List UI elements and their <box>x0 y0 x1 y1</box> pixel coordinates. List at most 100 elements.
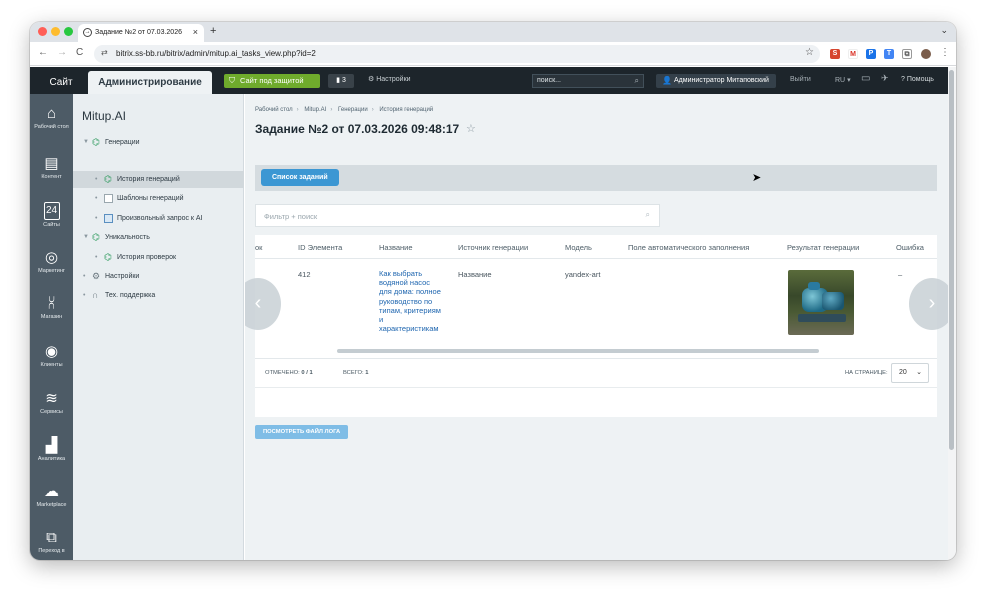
browser-tab[interactable]: → Задание №2 от 07.03.2026 09:4 × <box>78 24 204 42</box>
forward-button[interactable]: → <box>57 47 67 58</box>
gmail-icon[interactable]: M <box>848 49 858 59</box>
horizontal-scrollbar[interactable] <box>337 349 819 353</box>
marked-label: ОТМЕЧЕНО: <box>265 370 300 376</box>
menu-item-custom-ai-request[interactable]: • Произвольный запрос к AI <box>73 210 244 227</box>
gear-icon: ⚙ <box>368 76 377 83</box>
expand-arrow-icon[interactable]: ▼ <box>83 229 89 246</box>
vertical-scrollbar[interactable] <box>948 67 956 560</box>
help-link[interactable]: ? Помощь <box>901 76 934 83</box>
bookmark-star-icon[interactable]: ☆ <box>805 47 814 58</box>
breadcrumb-separator-icon: › <box>371 107 374 113</box>
rail-item-services[interactable]: ≋ Сервисы <box>30 391 73 416</box>
site-tab[interactable]: Сайт <box>38 71 84 94</box>
menu-item-generation-history[interactable]: • ⌬ История генераций <box>73 171 244 188</box>
menu-item-support[interactable]: • ∩ Тех. поддержка <box>73 287 244 304</box>
sitemap-icon: ⌬ <box>92 137 100 147</box>
menu-item-generation-templates[interactable]: • Шаблоны генераций <box>73 190 244 207</box>
breadcrumb-item[interactable]: Рабочий стол <box>255 107 293 113</box>
search-icon[interactable]: ⌕ <box>635 75 639 87</box>
tab-bar: → Задание №2 от 07.03.2026 09:4 × + ⌄ <box>30 22 956 42</box>
extension-blue-icon[interactable]: P <box>866 49 876 59</box>
menu-item-settings[interactable]: • ⚙ Настройки <box>73 268 244 285</box>
breadcrumb-item[interactable]: Генерации <box>338 107 368 113</box>
expand-arrow-icon[interactable]: ▼ <box>83 134 89 151</box>
rail-item-marketing[interactable]: ◎ Маркетинг <box>30 250 73 275</box>
grid-actions-area <box>255 387 937 417</box>
close-window-button[interactable] <box>38 27 47 36</box>
maximize-window-button[interactable] <box>64 27 73 36</box>
column-header[interactable]: Ошибка <box>896 243 924 252</box>
marked-count: ОТМЕЧЕНО: 0 / 1 <box>265 370 313 376</box>
scroll-right-arrow-icon[interactable]: › <box>909 278 948 330</box>
language-selector[interactable]: RU ▾ <box>835 76 851 84</box>
rail-item-sites[interactable]: 24 Сайты <box>30 202 73 229</box>
panel-settings-link[interactable]: ⚙ Настройки <box>368 75 411 83</box>
secure-site-button[interactable]: ⛉ Сайт под защитой <box>224 74 320 88</box>
clients-icon: ◉ <box>44 343 59 360</box>
task-list-button[interactable]: Список заданий <box>261 169 339 186</box>
filter-search-input[interactable]: Фильтр + поиск ⌕ <box>255 204 660 227</box>
column-header[interactable]: Результат генерации <box>787 243 859 252</box>
panel-search-input[interactable]: поиск... ⌕ <box>532 74 644 88</box>
column-header[interactable]: Название <box>379 243 413 252</box>
extensions-puzzle-icon[interactable]: ⧉ <box>902 49 912 59</box>
rail-item-clients[interactable]: ◉ Клиенты <box>30 344 73 369</box>
pin-icon[interactable]: ✈ <box>881 73 889 84</box>
scroll-left-arrow-icon[interactable]: ‹ <box>245 278 281 330</box>
column-header[interactable]: ID Элемента <box>298 243 342 252</box>
cell-name-link[interactable]: Как выбрать водяной насос для дома: полн… <box>379 269 443 333</box>
breadcrumb-item[interactable]: Mitup.AI <box>304 107 326 113</box>
user-icon: 👤 <box>662 76 672 85</box>
tab-close-icon[interactable]: × <box>193 27 198 37</box>
cell-source: Название <box>458 270 492 279</box>
per-page-select[interactable]: 20 ⌄ <box>891 363 929 383</box>
user-button[interactable]: 👤 Администратор Митаповский <box>656 74 776 88</box>
menu-item-uniqueness[interactable]: ▼ ⌬ Уникальность <box>73 229 244 246</box>
back-button[interactable]: ← <box>38 47 48 58</box>
bullet-icon: • <box>83 292 86 299</box>
notifications-button[interactable]: ▮ 3 <box>328 74 354 88</box>
view-log-button[interactable]: ПОСМОТРЕТЬ ФАЙЛ ЛОГА <box>255 425 349 439</box>
tasks-grid: ок ID Элемента Название Источник генерац… <box>245 235 948 417</box>
tab-search-dropdown-icon[interactable]: ⌄ <box>940 25 948 36</box>
new-tab-button[interactable]: + <box>210 25 216 37</box>
column-header[interactable]: Модель <box>565 243 592 252</box>
sitemap-icon: ⌬ <box>104 174 112 184</box>
menu-item-check-history[interactable]: • ⌬ История проверок <box>73 249 244 266</box>
rail-label: Магазин <box>40 314 63 320</box>
column-header[interactable]: Источник генерации <box>458 243 528 252</box>
logout-link[interactable]: Выйти <box>790 76 811 83</box>
extension-s-icon[interactable]: S <box>830 49 840 59</box>
marked-value: 0 / 1 <box>301 370 313 376</box>
scrollbar-thumb[interactable] <box>949 70 954 450</box>
url-bar[interactable]: ⇄ bitrix.ss-bb.ru/bitrix/admin/mitup.ai_… <box>94 45 820 63</box>
url-text[interactable]: bitrix.ss-bb.ru/bitrix/admin/mitup.ai_ta… <box>116 49 316 58</box>
extension-translate-icon[interactable]: T <box>884 49 894 59</box>
menu-item-generations[interactable]: ▼ ⌬ Генерации <box>73 134 244 151</box>
site-settings-icon[interactable]: ⇄ <box>101 48 108 57</box>
column-header[interactable]: ок <box>255 243 262 252</box>
chevron-down-icon: ⌄ <box>916 369 922 376</box>
sitemap-icon: ⌬ <box>92 232 100 242</box>
breadcrumb-item[interactable]: История генераций <box>379 107 433 113</box>
rail-item-desktop[interactable]: ⌂ Рабочий стол <box>30 106 73 131</box>
admin-tab[interactable]: Администрирование <box>88 71 212 94</box>
rail-item-marketplace[interactable]: ☁ Marketplace <box>30 484 73 509</box>
rail-label: Аналитика <box>37 456 66 462</box>
minimize-window-button[interactable] <box>51 27 60 36</box>
external-icon: ⧉ <box>46 529 57 546</box>
reload-button[interactable]: C <box>76 47 83 58</box>
rail-item-analytics[interactable]: ▟ Аналитика <box>30 438 73 463</box>
menu-item-label: Произвольный запрос к AI <box>117 215 203 222</box>
rail-item-shop[interactable]: ⩆ Магазин <box>30 296 73 321</box>
column-header[interactable]: Поле автоматического заполнения <box>628 243 749 252</box>
rail-item-content[interactable]: ▤ Контент <box>30 156 73 181</box>
breadcrumb-separator-icon: › <box>296 107 299 113</box>
browser-menu-icon[interactable]: ⋮ <box>940 47 950 58</box>
profile-avatar[interactable] <box>921 49 931 59</box>
favorite-star-icon[interactable]: ☆ <box>466 122 476 135</box>
rail-item-goto[interactable]: ⧉ Переход в <box>30 530 73 555</box>
search-icon[interactable]: ⌕ <box>646 210 650 220</box>
generated-image-thumbnail[interactable] <box>788 270 854 335</box>
settings-panel-icon[interactable]: ▭ <box>861 73 870 84</box>
